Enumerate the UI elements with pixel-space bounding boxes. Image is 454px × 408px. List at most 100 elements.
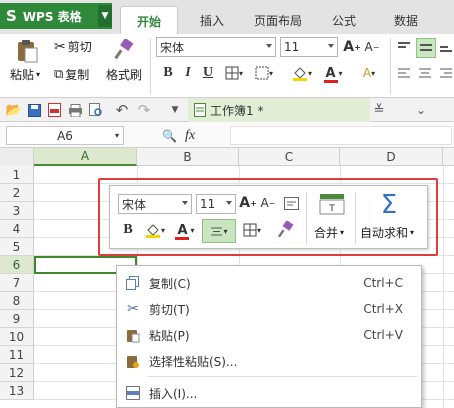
tab-home[interactable]: 开始	[120, 6, 178, 35]
scissors-icon: ✂	[54, 38, 66, 55]
align-center-icon[interactable]	[417, 65, 433, 81]
borders-icon[interactable]: ▾	[222, 63, 246, 83]
menu-item-insert[interactable]: 插入(I)...	[117, 380, 423, 406]
tab-page-layout[interactable]: 页面布局	[246, 6, 310, 34]
document-title: 工作簿1 *	[210, 103, 264, 118]
menu-item-shortcut: Ctrl+C	[363, 276, 403, 290]
row-header[interactable]: 7	[0, 274, 34, 292]
format-painter-button[interactable]: 格式刷	[106, 66, 142, 83]
tab-data[interactable]: 数据	[384, 6, 428, 34]
highlight-box	[98, 178, 438, 256]
gridline	[443, 166, 444, 408]
formula-tools: 🔍 fx	[162, 126, 222, 145]
align-right-icon[interactable]	[438, 65, 454, 81]
align-top-icon[interactable]	[396, 39, 412, 55]
row-header[interactable]: 2	[0, 184, 34, 202]
menu-item-label: 剪切(T)	[149, 302, 190, 317]
column-header-a[interactable]: A	[34, 148, 137, 166]
tab-insert[interactable]: 插入	[190, 6, 234, 34]
chevron-down-icon	[328, 44, 334, 48]
row-header[interactable]: 9	[0, 310, 34, 328]
customize-toolbar-icon[interactable]: ▼	[168, 102, 182, 118]
column-header-d[interactable]: D	[340, 148, 443, 166]
zoom-search-icon[interactable]: 🔍	[162, 129, 177, 143]
print-icon[interactable]	[66, 102, 84, 118]
align-middle-icon[interactable]	[416, 38, 436, 58]
context-menu: 复制(C) Ctrl+C ✂ 剪切(T) Ctrl+X 粘贴(P) Ctrl+V…	[116, 265, 422, 408]
app-menu-dropdown-icon[interactable]: ▼	[98, 5, 112, 27]
copy-label: 复制	[65, 68, 90, 82]
copy-button[interactable]: ⧉ 复制	[54, 66, 89, 83]
align-bottom-icon[interactable]	[438, 39, 454, 55]
menu-item-cut[interactable]: ✂ 剪切(T) Ctrl+X	[117, 296, 423, 322]
copy-icon: ⧉	[54, 67, 64, 82]
redo-icon[interactable]: ↷	[136, 101, 152, 119]
font-size-select[interactable]: 11	[280, 37, 338, 57]
wps-logo-icon: S	[6, 7, 17, 25]
underline-button[interactable]: U	[200, 63, 216, 83]
select-all-corner[interactable]	[0, 148, 34, 166]
row-header[interactable]: 3	[0, 202, 34, 220]
italic-button[interactable]: I	[180, 63, 196, 83]
save-icon[interactable]	[26, 102, 42, 118]
bold-button[interactable]: B	[160, 63, 176, 83]
increase-font-icon[interactable]: A +	[343, 37, 361, 57]
menu-more-icon[interactable]: ⌄	[414, 102, 428, 118]
align-left-icon[interactable]	[396, 65, 412, 81]
column-header-b[interactable]: B	[137, 148, 239, 166]
ribbon-divider	[150, 38, 151, 94]
row-header[interactable]: 8	[0, 292, 34, 310]
row-header[interactable]: 13	[0, 382, 34, 400]
row-header[interactable]: 5	[0, 238, 34, 256]
tab-formulas[interactable]: 公式	[322, 6, 366, 34]
format-painter-icon[interactable]	[110, 38, 136, 62]
menu-separator	[147, 376, 417, 377]
paste-button[interactable]: 粘贴 ▾	[10, 66, 40, 83]
format-painter-label: 格式刷	[106, 68, 143, 82]
menu-item-shortcut: Ctrl+V	[363, 328, 403, 342]
chevron-down-icon: ▾	[114, 131, 119, 140]
menu-item-copy[interactable]: 复制(C) Ctrl+C	[117, 270, 423, 296]
copy-icon	[125, 275, 141, 291]
paste-icon	[125, 327, 141, 343]
row-header[interactable]: 12	[0, 364, 34, 382]
font-name-select[interactable]: 宋体	[156, 37, 276, 57]
cut-label: 剪切	[67, 40, 92, 54]
clear-format-icon[interactable]: A ▾	[356, 63, 382, 83]
decrease-font-icon[interactable]: A −	[363, 37, 381, 57]
font-color-icon[interactable]: A ▾	[320, 63, 348, 83]
formula-input[interactable]	[230, 126, 452, 145]
menu-item-paste[interactable]: 粘贴(P) Ctrl+V	[117, 322, 423, 348]
row-header[interactable]: 4	[0, 220, 34, 238]
font-size-value: 11	[284, 40, 300, 54]
menu-item-paste-special[interactable]: 选择性粘贴(S)...	[117, 348, 423, 374]
cut-icon: ✂	[127, 301, 139, 317]
paste-label: 粘贴	[10, 68, 35, 82]
row-header[interactable]: 10	[0, 328, 34, 346]
paste-special-icon	[125, 353, 141, 369]
cut-button[interactable]: ✂ 剪切	[54, 38, 92, 55]
font-name-value: 宋体	[160, 40, 185, 55]
ribbon-collapse-icon[interactable]: ≚	[372, 102, 386, 118]
function-icon[interactable]: fx	[185, 128, 195, 144]
paste-icon[interactable]	[14, 38, 40, 64]
chevron-down-icon	[266, 44, 272, 48]
spreadsheet-file-icon	[194, 103, 206, 117]
document-tab[interactable]: 工作簿1 *	[188, 98, 370, 122]
app-menu-button[interactable]: S WPS 表格 ▼	[0, 3, 112, 29]
menu-item-label: 粘贴(P)	[149, 328, 190, 343]
ribbon-divider	[390, 38, 391, 94]
row-header[interactable]: 11	[0, 346, 34, 364]
row-header[interactable]: 6	[0, 256, 34, 274]
fill-color-icon[interactable]: ▾	[288, 63, 316, 83]
column-header-c[interactable]: C	[239, 148, 340, 166]
fill-pattern-icon[interactable]: ▾	[252, 63, 276, 83]
cell-reference: A6	[57, 128, 73, 143]
name-box[interactable]: A6 ▾	[6, 126, 124, 145]
open-folder-icon[interactable]: 📂	[6, 102, 22, 118]
menu-item-label: 复制(C)	[149, 276, 191, 291]
undo-icon[interactable]: ↶	[114, 101, 130, 119]
print-preview-icon[interactable]	[88, 102, 104, 118]
export-pdf-icon[interactable]	[46, 102, 62, 118]
row-header[interactable]: 1	[0, 166, 34, 184]
